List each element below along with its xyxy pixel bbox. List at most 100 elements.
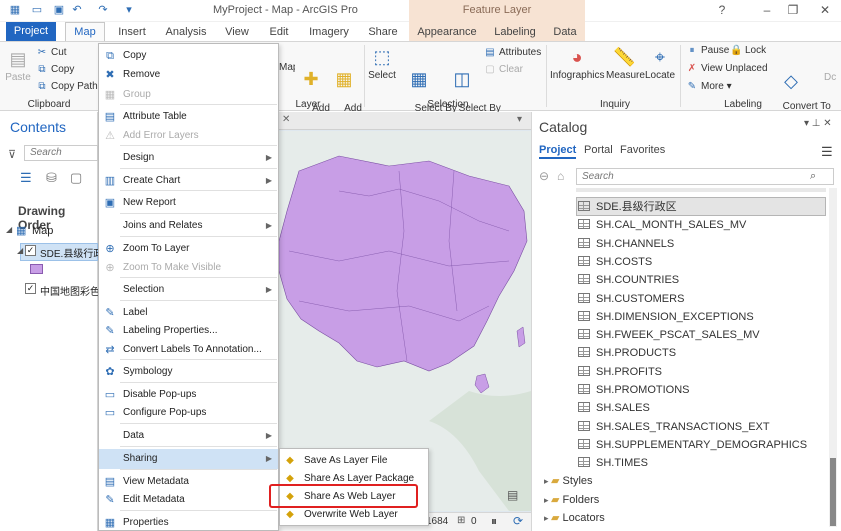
submenu-item-save-as-layer-file[interactable]: ◆ Save As Layer File: [280, 452, 428, 470]
rotation-icon[interactable]: ⊞: [457, 515, 465, 526]
cut-button[interactable]: ✂ Cut: [36, 46, 67, 60]
map-item[interactable]: Map: [32, 225, 53, 237]
menu-item-configure-pop-ups[interactable]: ▭ Configure Pop-ups: [99, 403, 278, 423]
copy-path-button[interactable]: ⧉ Copy Path: [36, 80, 97, 94]
catalog-table-item[interactable]: SH.PROFITS: [578, 363, 662, 381]
select-button[interactable]: ⬚ Select: [368, 46, 396, 81]
catalog-tab-project[interactable]: Project: [539, 144, 577, 159]
map-tab-dropdown-icon[interactable]: ▾: [517, 114, 522, 125]
filter-icon[interactable]: ⊽: [8, 148, 16, 161]
catalog-folder-folders[interactable]: ▸ ▰ Folders: [544, 491, 599, 509]
catalog-table-item[interactable]: SH.DIMENSION_EXCEPTIONS: [578, 308, 754, 326]
menu-item-selection[interactable]: Selection ▶: [99, 280, 278, 300]
catalog-folder-styles[interactable]: ▸ ▰ Styles: [544, 472, 593, 490]
back-icon[interactable]: ⊖: [539, 169, 549, 183]
catalog-table-item[interactable]: SH.SALES: [578, 399, 650, 417]
close-button[interactable]: ✕: [815, 2, 835, 18]
catalog-table-item[interactable]: SH.FWEEK_PSCAT_SALES_MV: [578, 326, 760, 344]
pause-button[interactable]: ⏸ Pause: [686, 44, 730, 58]
restore-button[interactable]: ❐: [783, 2, 803, 18]
catalog-tab-portal[interactable]: Portal: [584, 144, 613, 156]
lock-button[interactable]: 🔒 Lock: [730, 44, 766, 58]
expand-layer-icon[interactable]: ◢: [17, 246, 23, 255]
layer2-visibility-checkbox[interactable]: ✓: [25, 283, 36, 294]
menu-item-zoom-to-layer[interactable]: ⊕ Zoom To Layer: [99, 239, 278, 259]
list-by-source-icon[interactable]: ⛁: [46, 170, 57, 186]
dc-partial-button[interactable]: Dc: [824, 72, 841, 83]
contents-search-input[interactable]: Search: [24, 145, 98, 161]
layer1-label[interactable]: SDE.县级行政区: [40, 245, 98, 260]
tab-share[interactable]: Share: [366, 24, 400, 41]
catalog-table-item[interactable]: SH.CUSTOMERS: [578, 290, 684, 308]
open-project-icon[interactable]: ▭: [30, 3, 44, 17]
more-button[interactable]: ✎ More ▾: [686, 80, 732, 94]
menu-item-disable-pop-ups[interactable]: ▭ Disable Pop-ups: [99, 385, 278, 405]
menu-item-remove[interactable]: ✖ Remove: [99, 65, 278, 85]
menu-item-view-metadata[interactable]: ▤ View Metadata: [99, 472, 278, 492]
menu-item-properties[interactable]: ▦ Properties: [99, 513, 278, 531]
catalog-table-item[interactable]: SH.CHANNELS: [578, 235, 674, 253]
tab-appearance[interactable]: Appearance: [409, 22, 485, 41]
map-legend-toggle-icon[interactable]: ▤: [507, 488, 518, 502]
menu-item-copy[interactable]: ⧉ Copy: [99, 46, 278, 66]
expand-arrow-icon[interactable]: ▸: [544, 495, 551, 505]
catalog-folder-locators[interactable]: ▸ ▰ Locators: [544, 509, 605, 527]
quick-access-dropdown-icon[interactable]: ▾: [122, 3, 136, 17]
catalog-table-item[interactable]: SDE.县级行政区: [578, 198, 677, 216]
clear-button[interactable]: ▢ Clear: [484, 63, 523, 77]
menu-item-attribute-table[interactable]: ▤ Attribute Table: [99, 107, 278, 127]
menu-item-convert-labels-to-annotation[interactable]: ⇄ Convert Labels To Annotation...: [99, 340, 278, 360]
tab-view[interactable]: View: [222, 24, 252, 41]
copy-button[interactable]: ⧉ Copy: [36, 63, 74, 77]
submenu-item-overwrite-web-layer[interactable]: ◆ Overwrite Web Layer: [280, 506, 428, 524]
list-by-drawing-order-icon[interactable]: ☰: [20, 170, 32, 186]
menu-item-new-report[interactable]: ▣ New Report: [99, 193, 278, 213]
menu-item-label[interactable]: ✎ Label: [99, 303, 278, 323]
menu-item-symbology[interactable]: ✿ Symbology: [99, 362, 278, 382]
expand-arrow-icon[interactable]: ▸: [544, 513, 551, 523]
catalog-search-input[interactable]: Search: [576, 168, 834, 185]
menu-item-design[interactable]: Design ▶: [99, 148, 278, 168]
minimize-button[interactable]: –: [757, 2, 777, 18]
tab-imagery[interactable]: Imagery: [306, 24, 352, 41]
menu-item-labeling-properties[interactable]: ✎ Labeling Properties...: [99, 321, 278, 341]
catalog-table-item[interactable]: SH.COUNTRIES: [578, 271, 679, 289]
save-icon[interactable]: ▣: [52, 3, 66, 17]
catalog-scrollbar[interactable]: [829, 188, 837, 527]
basemap-partial-button[interactable]: Map: [279, 62, 295, 73]
locate-button[interactable]: ⌖ Locate: [644, 46, 676, 81]
layer2-label[interactable]: 中国地图彩色版: [40, 283, 98, 298]
catalog-tab-favorites[interactable]: Favorites: [620, 144, 665, 156]
catalog-table-item[interactable]: SH.PROMOTIONS: [578, 381, 690, 399]
undo-icon[interactable]: ↶: [70, 3, 84, 17]
home-icon[interactable]: ⌂: [557, 169, 564, 183]
menu-item-data[interactable]: Data ▶: [99, 426, 278, 446]
refresh-icon[interactable]: ⟳: [513, 514, 523, 528]
tab-insert[interactable]: Insert: [114, 24, 150, 41]
expand-arrow-icon[interactable]: ▸: [544, 476, 551, 486]
attributes-button[interactable]: ▤ Attributes: [484, 46, 541, 60]
catalog-table-item[interactable]: SH.SALES_TRANSACTIONS_EXT: [578, 418, 770, 436]
menu-item-joins-and-relates[interactable]: Joins and Relates ▶: [99, 216, 278, 236]
map-tab-close-icon[interactable]: ✕: [282, 114, 290, 125]
list-by-selection-icon[interactable]: ▢: [70, 170, 82, 186]
tab-analysis[interactable]: Analysis: [163, 24, 209, 41]
catalog-menu-icon[interactable]: ☰: [821, 144, 833, 160]
infographics-button[interactable]: ◕ Infographics: [550, 46, 604, 81]
help-button[interactable]: ?: [712, 2, 732, 18]
tab-project[interactable]: Project: [6, 22, 56, 41]
catalog-table-item[interactable]: SH.CAL_MONTH_SALES_MV: [578, 216, 746, 234]
layer1-visibility-checkbox[interactable]: ✓: [25, 245, 36, 256]
redo-icon[interactable]: ↷: [96, 3, 110, 17]
catalog-pane-controls[interactable]: ▾ ⊥ ✕: [804, 118, 832, 129]
catalog-table-item[interactable]: SH.SUPPLEMENTARY_DEMOGRAPHICS: [578, 436, 807, 454]
catalog-search-icon[interactable]: ⌕: [810, 170, 816, 183]
menu-item-sharing[interactable]: Sharing ▶: [99, 449, 278, 469]
menu-item-edit-metadata[interactable]: ✎ Edit Metadata: [99, 490, 278, 510]
layer-symbol-swatch[interactable]: [30, 264, 43, 274]
tab-labeling[interactable]: Labeling: [485, 22, 545, 41]
paste-button[interactable]: ▤ Paste: [4, 48, 32, 83]
catalog-scrollbar-thumb[interactable]: [830, 458, 836, 526]
tab-edit[interactable]: Edit: [266, 24, 292, 41]
view-unplaced-button[interactable]: ✗ View Unplaced: [686, 62, 768, 76]
